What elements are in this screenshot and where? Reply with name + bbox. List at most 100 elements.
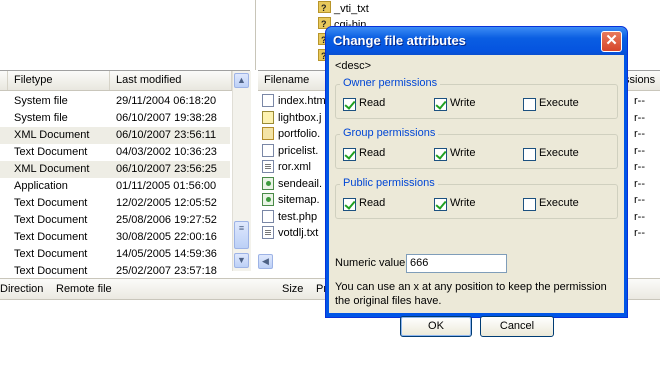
last-modified-cell: 12/02/2005 12:05:52	[116, 197, 217, 209]
permissions-cell: r--	[634, 227, 645, 239]
group-read-checkbox[interactable]	[343, 148, 356, 161]
js-file-icon	[262, 110, 274, 124]
permissions-cell: r--	[634, 177, 645, 190]
last-modified-cell: 04/03/2002 10:36:23	[116, 146, 217, 158]
local-tree-pane	[0, 0, 256, 70]
last-modified-cell: 29/11/2004 06:18:20	[116, 95, 217, 107]
public-execute-checkbox[interactable]	[523, 198, 536, 211]
filetype-cell: Text Document	[14, 214, 88, 226]
table-row[interactable]: System file 29/11/2004 06:18:20	[0, 93, 230, 110]
table-row[interactable]: Text Document 14/05/2005 14:59:36	[0, 246, 230, 263]
group-label: Public permissions	[340, 177, 438, 189]
group-write-label[interactable]: Write	[450, 147, 475, 159]
group-label: Group permissions	[340, 127, 439, 139]
status-size[interactable]: Size	[282, 279, 303, 299]
filetype-cell: System file	[14, 95, 68, 107]
filename-cell: portfolio.	[278, 128, 321, 140]
filename-cell: votdlj.txt	[278, 227, 319, 239]
scroll-down-icon[interactable]: ▼	[234, 253, 249, 268]
public-execute-label[interactable]: Execute	[539, 197, 579, 209]
dialog-titlebar[interactable]: Change file attributes ✕	[326, 27, 627, 55]
scroll-up-icon[interactable]: ▲	[234, 73, 249, 88]
owner-write-label[interactable]: Write	[450, 97, 475, 109]
local-list-header: Filetype Last modified	[0, 71, 250, 91]
close-icon[interactable]: ✕	[601, 31, 622, 52]
text-file-icon	[262, 226, 274, 239]
last-modified-cell: 25/08/2006 19:27:52	[116, 214, 217, 226]
dialog-title: Change file attributes	[333, 33, 466, 48]
group-read-label[interactable]: Read	[359, 147, 385, 159]
public-write-label[interactable]: Write	[450, 197, 475, 209]
column-header[interactable]	[0, 71, 8, 90]
dialog-description: <desc>	[335, 60, 372, 72]
owner-write-checkbox[interactable]	[434, 98, 447, 111]
public-write-checkbox[interactable]	[434, 198, 447, 211]
group-execute-label[interactable]: Execute	[539, 147, 579, 159]
filetype-cell: Text Document	[14, 197, 88, 209]
filename-cell: ror.xml	[278, 161, 311, 173]
permissions-cell: r--	[634, 194, 645, 206]
table-row[interactable]: Text Document 04/03/2002 10:36:23	[0, 144, 230, 161]
owner-read-checkbox[interactable]	[343, 98, 356, 111]
cancel-button[interactable]: Cancel	[480, 316, 554, 337]
filetype-cell: Text Document	[14, 231, 88, 243]
owner-execute-label[interactable]: Execute	[539, 97, 579, 109]
text-file-icon	[262, 160, 274, 173]
table-row[interactable]: Text Document 30/08/2005 22:00:16	[0, 229, 230, 246]
filetype-cell: XML Document	[14, 163, 90, 175]
permissions-cell: r--	[634, 128, 645, 140]
group-write-checkbox[interactable]	[434, 148, 447, 161]
filename-cell: test.php	[278, 210, 318, 223]
column-header-last-modified[interactable]: Last modified	[110, 71, 232, 90]
php-file-icon	[262, 127, 274, 140]
column-header-filetype[interactable]: Filetype	[8, 71, 110, 90]
last-modified-cell: 06/10/2007 23:56:25	[116, 163, 217, 175]
permissions-cell: r--	[634, 111, 645, 124]
filetype-cell: XML Document	[14, 129, 90, 141]
last-modified-cell: 30/08/2005 22:00:16	[116, 231, 217, 243]
group-permissions-group: Group permissions Read Write Execute	[335, 127, 618, 169]
tree-item[interactable]: ? _vti_txt	[318, 1, 369, 17]
hint-text: You can use an x at any position to keep…	[335, 281, 607, 307]
status-remote-file[interactable]: Remote file	[56, 279, 112, 299]
public-permissions-group: Public permissions Read Write Execute	[335, 177, 618, 219]
group-execute-checkbox[interactable]	[523, 148, 536, 161]
public-read-label[interactable]: Read	[359, 197, 385, 209]
public-read-checkbox[interactable]	[343, 198, 356, 211]
table-row[interactable]: XML Document 06/10/2007 23:56:25	[0, 161, 230, 178]
numeric-value-label: Numeric value:	[335, 257, 409, 269]
scroll-thumb[interactable]: ≡	[234, 221, 249, 249]
last-modified-cell: 01/11/2005 01:56:00	[116, 180, 217, 192]
permissions-cell: r--	[634, 144, 645, 157]
last-modified-cell: 06/10/2007 19:38:28	[116, 112, 217, 124]
column-header-filename[interactable]: Filename	[258, 71, 328, 90]
filename-cell: sendeail.	[278, 177, 323, 190]
ok-button[interactable]: OK	[400, 316, 472, 337]
scroll-left-icon[interactable]: ◀	[258, 254, 273, 269]
xml-file-icon	[262, 176, 274, 190]
status-direction[interactable]: Direction	[0, 279, 43, 299]
filename-cell: pricelist.	[278, 144, 319, 157]
filename-cell: index.htm	[278, 95, 326, 107]
dialog-body: <desc> Owner permissions Read Write Exec…	[329, 55, 624, 337]
last-modified-cell: 14/05/2005 14:59:36	[116, 248, 217, 260]
folder-icon: ?	[318, 1, 331, 13]
table-row[interactable]: XML Document 06/10/2007 23:56:11	[0, 127, 230, 144]
filetype-cell: Text Document	[14, 146, 88, 158]
vertical-scrollbar[interactable]: ▲ ≡ ▼	[232, 71, 251, 271]
xml-file-icon	[262, 193, 274, 206]
filetype-cell: System file	[14, 112, 68, 124]
owner-execute-checkbox[interactable]	[523, 98, 536, 111]
table-row[interactable]: Text Document 12/02/2005 12:05:52	[0, 195, 230, 212]
last-modified-cell: 06/10/2007 23:56:11	[116, 129, 217, 141]
table-row[interactable]: Application 01/11/2005 01:56:00	[0, 178, 230, 195]
table-row[interactable]: Text Document 25/08/2006 19:27:52	[0, 212, 230, 229]
change-file-attributes-dialog: Change file attributes ✕ <desc> Owner pe…	[325, 26, 628, 337]
permissions-cell: r--	[634, 95, 645, 107]
permissions-cell: r--	[634, 161, 645, 173]
owner-read-label[interactable]: Read	[359, 97, 385, 109]
numeric-value-input[interactable]: 666	[406, 254, 507, 273]
table-row[interactable]: System file 06/10/2007 19:38:28	[0, 110, 230, 127]
tree-item-label: _vti_txt	[334, 3, 369, 15]
html-file-icon	[262, 94, 274, 107]
